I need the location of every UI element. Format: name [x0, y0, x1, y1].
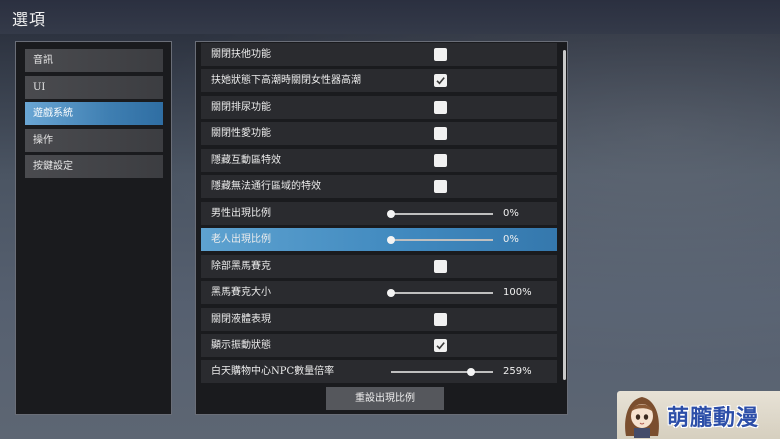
setting-row[interactable]: 關閉排尿功能 [201, 96, 557, 120]
setting-row[interactable]: 老人出現比例 0% [201, 228, 557, 252]
slider-value: 259% [503, 366, 532, 377]
sidebar-item-ui[interactable]: UI [25, 76, 163, 99]
slider-value: 0% [503, 208, 519, 219]
sidebar: 音訊 UI 遊戲系統 操作 按鍵設定 [15, 41, 172, 415]
setting-row[interactable]: 關閉液體表現 [201, 308, 557, 332]
setting-label: 關閉性愛功能 [211, 128, 271, 139]
sidebar-item-audio[interactable]: 音訊 [25, 49, 163, 72]
setting-row[interactable]: 關閉扶他功能 [201, 43, 557, 67]
setting-label: 關閉液體表現 [211, 314, 271, 325]
setting-row[interactable]: 隱藏互動區特效 [201, 149, 557, 173]
title-bar: 選項 [0, 0, 780, 34]
npc-multiplier-slider[interactable] [391, 368, 493, 376]
sidebar-item-game-system[interactable]: 遊戲系統 [25, 102, 163, 125]
setting-row[interactable]: 黑馬賽克大小 100% [201, 281, 557, 305]
setting-row[interactable]: 除部黑馬賽克 [201, 255, 557, 279]
scrollbar[interactable] [563, 50, 566, 380]
setting-row[interactable]: 顯示振動狀態 [201, 334, 557, 358]
checkmark-icon [436, 342, 445, 350]
setting-label: 除部黑馬賽克 [211, 261, 271, 272]
settings-panel: 關閉扶他功能 扶她狀態下高潮時關閉女性器高潮 關閉排尿功能 關閉性愛功能 隱藏互… [195, 41, 568, 415]
slider-value: 0% [503, 234, 519, 245]
elder-ratio-slider[interactable] [387, 236, 493, 244]
mosaic-size-slider[interactable] [387, 289, 493, 297]
setting-row[interactable]: 隱藏無法通行區域的特效 [201, 175, 557, 199]
setting-checkbox[interactable] [434, 101, 447, 114]
slider-knob[interactable] [387, 289, 395, 297]
setting-label: 男性出現比例 [211, 208, 271, 219]
watermark-logo: 萌朧動漫 [617, 391, 780, 439]
setting-checkbox[interactable] [434, 339, 447, 352]
setting-checkbox[interactable] [434, 48, 447, 61]
setting-label: 關閉排尿功能 [211, 102, 271, 113]
setting-checkbox[interactable] [434, 154, 447, 167]
setting-label: 黑馬賽克大小 [211, 287, 271, 298]
watermark-text: 萌朧動漫 [667, 406, 760, 431]
male-ratio-slider[interactable] [387, 210, 493, 218]
sidebar-item-controls[interactable]: 操作 [25, 129, 163, 152]
page-title: 選項 [12, 10, 47, 29]
setting-checkbox[interactable] [434, 313, 447, 326]
slider-knob[interactable] [387, 210, 395, 218]
setting-checkbox[interactable] [434, 260, 447, 273]
setting-row[interactable]: 白天購物中心NPC數量倍率 259% [201, 360, 557, 384]
slider-knob[interactable] [387, 236, 395, 244]
sidebar-item-key-bindings[interactable]: 按鍵設定 [25, 155, 163, 178]
setting-label: 隱藏互動區特效 [211, 155, 281, 166]
setting-row[interactable]: 男性出現比例 0% [201, 202, 557, 226]
setting-checkbox[interactable] [434, 127, 447, 140]
setting-label: 老人出現比例 [211, 234, 271, 245]
mascot-icon [625, 397, 659, 438]
setting-row[interactable]: 關閉性愛功能 [201, 122, 557, 146]
slider-value: 100% [503, 287, 532, 298]
setting-label: 關閉扶他功能 [211, 49, 271, 60]
setting-label: 隱藏無法通行區域的特效 [211, 181, 321, 192]
setting-label: 白天購物中心NPC數量倍率 [211, 366, 335, 377]
setting-checkbox[interactable] [434, 74, 447, 87]
reset-ratio-button[interactable]: 重設出現比例 [326, 387, 444, 410]
setting-label: 扶她狀態下高潮時關閉女性器高潮 [211, 75, 361, 86]
slider-knob[interactable] [467, 368, 475, 376]
setting-row[interactable]: 扶她狀態下高潮時關閉女性器高潮 [201, 69, 557, 93]
checkmark-icon [436, 77, 445, 85]
setting-checkbox[interactable] [434, 180, 447, 193]
setting-label: 顯示振動狀態 [211, 340, 271, 351]
